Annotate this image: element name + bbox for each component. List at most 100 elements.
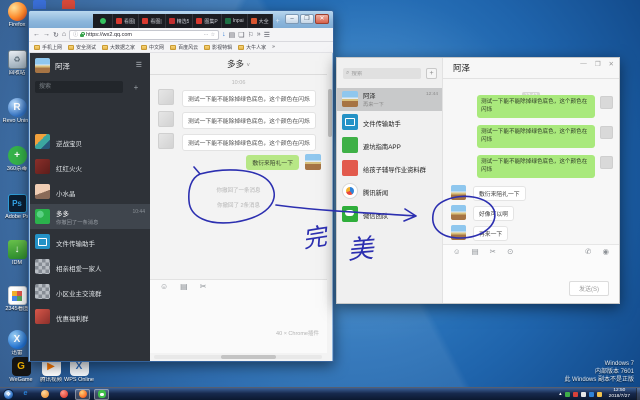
scroll-thumb[interactable]: [328, 89, 332, 137]
bookmark-star-icon[interactable]: ☆: [211, 32, 215, 38]
start-button[interactable]: ❖: [3, 389, 14, 400]
taskbar-ie[interactable]: e: [18, 389, 33, 400]
list-item[interactable]: 文件传输助手: [30, 229, 150, 254]
avatar[interactable]: [600, 156, 613, 169]
tray-expand-icon[interactable]: ▴: [559, 391, 562, 397]
list-item[interactable]: 微信团队: [337, 203, 442, 226]
list-item[interactable]: 逆战宝贝: [30, 129, 150, 154]
bookmarks-overflow[interactable]: »: [272, 44, 275, 50]
list-item-selected[interactable]: 阿泽 12:44 再来一下: [337, 88, 442, 111]
forward-button[interactable]: →: [43, 31, 50, 38]
browser-tab[interactable]: 精选5: [166, 14, 194, 28]
bookmark-item[interactable]: 影视特辑: [204, 44, 232, 51]
avatar[interactable]: [305, 154, 321, 170]
list-item[interactable]: 给孩子辅导作业资料群: [337, 157, 442, 180]
library-icon[interactable]: ▤: [229, 31, 236, 39]
avatar[interactable]: [158, 133, 174, 149]
home-button[interactable]: ⌂: [62, 31, 66, 38]
minimize-button[interactable]: —: [580, 60, 587, 68]
bookmark-item[interactable]: 百度风云: [170, 44, 198, 51]
browser-tab[interactable]: 图集P: [193, 14, 221, 28]
taskbar-media-player[interactable]: [37, 389, 52, 400]
reader-icon[interactable]: ⋯: [204, 32, 209, 38]
emoji-icon[interactable]: ☺: [160, 282, 168, 291]
sidebar-icon[interactable]: ❏: [238, 31, 244, 39]
search-input[interactable]: [35, 81, 123, 93]
avatar[interactable]: [600, 126, 613, 139]
upload-icon[interactable]: ▤: [180, 282, 188, 291]
tray-icon-red[interactable]: [573, 392, 578, 397]
browser-tab[interactable]: 大全: [248, 14, 273, 28]
list-item[interactable]: 红红火火: [30, 154, 150, 179]
chevron-down-icon[interactable]: ˅: [246, 63, 250, 69]
site-info-icon[interactable]: ⓘ: [73, 31, 78, 38]
bookmark-item[interactable]: 手机上网: [34, 44, 62, 51]
url-text[interactable]: https://wx2.qq.com: [86, 32, 202, 38]
maximize-button[interactable]: ❐: [300, 14, 314, 24]
search-input[interactable]: [351, 71, 418, 77]
tray-icon-green[interactable]: [565, 392, 570, 397]
show-desktop-button[interactable]: [636, 388, 640, 400]
list-item-selected[interactable]: 多多 10:44 你撤回了一条消息: [30, 204, 150, 229]
tray-icon-volume[interactable]: [581, 392, 586, 397]
screenshot-icon[interactable]: ✂: [490, 247, 496, 256]
list-item[interactable]: 相亲相爱一家人: [30, 254, 150, 279]
screenshot-icon[interactable]: ✂: [200, 282, 207, 291]
search-box[interactable]: ⌕: [343, 68, 421, 79]
close-button[interactable]: ✕: [315, 14, 329, 24]
list-item[interactable]: 小水晶: [30, 179, 150, 204]
video-call-icon[interactable]: ◉: [602, 247, 609, 256]
browser-tab[interactable]: 看图|: [113, 14, 139, 28]
avatar[interactable]: [451, 205, 466, 220]
list-item[interactable]: 腾讯新闻: [337, 180, 442, 203]
downloads-icon[interactable]: ↓: [222, 31, 226, 38]
menu-icon[interactable]: ☰: [136, 61, 142, 69]
avatar[interactable]: [600, 96, 613, 109]
list-item[interactable]: 小区业主交流群: [30, 279, 150, 304]
tray-icon-qq[interactable]: [597, 392, 602, 397]
avatar[interactable]: [451, 185, 466, 200]
overflow-icon[interactable]: »: [257, 31, 261, 38]
add-chat-button[interactable]: +: [426, 68, 437, 79]
reload-button[interactable]: ↻: [53, 31, 59, 39]
avatar[interactable]: [158, 89, 174, 105]
tray-icon-network[interactable]: [589, 392, 594, 397]
taskbar-clock[interactable]: 12:50 2018/7/27: [609, 388, 630, 400]
send-button[interactable]: 发送(S): [569, 281, 609, 296]
message-input-area[interactable]: [150, 293, 327, 353]
bookmark-item[interactable]: 大数据之家: [102, 44, 135, 51]
group-avatar: [35, 259, 50, 274]
back-button[interactable]: ←: [33, 31, 40, 38]
tab-wechat-pinned[interactable]: [93, 14, 113, 28]
avatar[interactable]: [158, 111, 174, 127]
browser-tab[interactable]: 看图|: [139, 14, 165, 28]
vertical-scrollbar[interactable]: [328, 75, 332, 351]
screenshot-icon[interactable]: ⚐: [248, 31, 254, 39]
emoji-icon[interactable]: ☺: [453, 247, 461, 256]
browser-titlebar[interactable]: 看图| 看图| 精选5 图集P Inpai 大全 + ˅ ‒ ❐ ✕: [29, 11, 333, 28]
list-item[interactable]: 避坑指南APP: [337, 134, 442, 157]
avatar[interactable]: [451, 225, 466, 240]
bookmark-item[interactable]: 大牛人家: [238, 44, 266, 51]
avatar[interactable]: [35, 58, 50, 73]
new-tab-button[interactable]: +: [273, 14, 283, 28]
taskbar-wechat-active[interactable]: [94, 389, 109, 400]
taskbar-app-red[interactable]: [56, 389, 71, 400]
list-item[interactable]: 文件传输助手: [337, 111, 442, 134]
horizontal-scrollbar[interactable]: [154, 355, 322, 359]
close-button[interactable]: ✕: [609, 60, 614, 68]
browser-tab[interactable]: Inpai: [222, 14, 248, 28]
file-icon[interactable]: ▤: [472, 247, 479, 256]
bookmark-item[interactable]: 安全测试: [68, 44, 96, 51]
chat-history-icon[interactable]: ⊙: [507, 247, 513, 256]
list-item[interactable]: 优惠福利群: [30, 304, 150, 329]
minimize-button[interactable]: ‒: [285, 14, 299, 24]
maximize-button[interactable]: ❐: [595, 60, 601, 68]
add-friend-icon[interactable]: +: [130, 82, 142, 93]
menu-icon[interactable]: ☰: [264, 31, 270, 39]
voice-call-icon[interactable]: ✆: [585, 247, 591, 256]
scroll-thumb[interactable]: [221, 355, 276, 359]
taskbar-firefox-active[interactable]: [75, 389, 90, 400]
bookmark-item[interactable]: 中文网: [141, 44, 164, 51]
url-bar[interactable]: ⓘ https://wx2.qq.com ⋯ ☆: [69, 30, 219, 40]
